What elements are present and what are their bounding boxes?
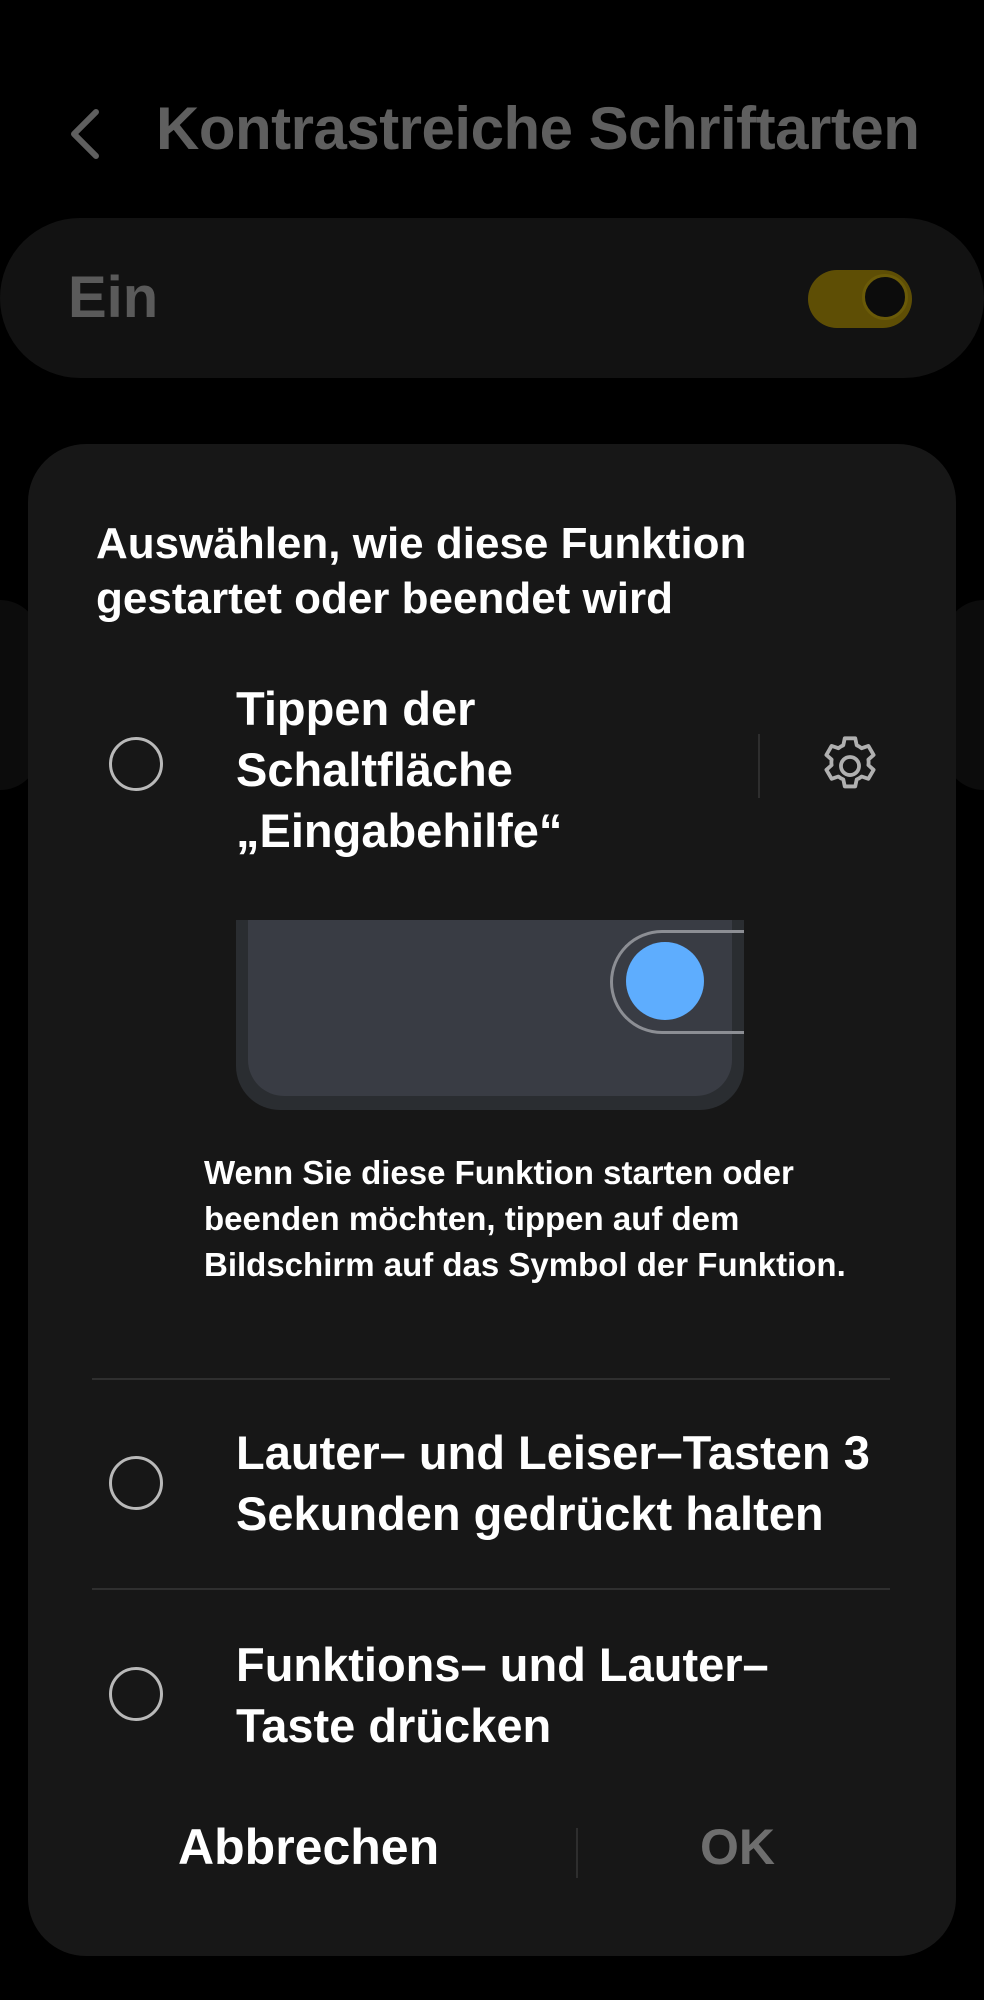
main-switch-label: Ein: [68, 265, 159, 330]
back-button[interactable]: [58, 102, 114, 166]
main-switch-toggle[interactable]: [808, 270, 912, 328]
option-description: Wenn Sie diese Funktion starten oder bee…: [204, 1154, 846, 1283]
radio-volume-keys[interactable]: [109, 1456, 163, 1510]
app-bar: Kontrastreiche Schriftarten: [0, 60, 984, 210]
page-title: Kontrastreiche Schriftarten: [156, 95, 920, 162]
ok-button[interactable]: OK: [700, 1818, 775, 1876]
option-label-accessibility-button[interactable]: Tippen der Schaltfläche „Eingabehilfe“: [236, 678, 736, 861]
radio-accessibility-button[interactable]: [109, 737, 163, 791]
accessibility-button-settings[interactable]: [810, 726, 890, 806]
option-separator: [92, 1588, 890, 1590]
button-divider: [576, 1828, 578, 1878]
chevron-left-icon: [71, 109, 99, 159]
accessibility-dot-icon: [626, 942, 704, 1020]
option-divider: [758, 734, 760, 798]
dialog-title: Auswählen, wie diese Funktion gestartet …: [96, 519, 747, 623]
option-label-function-volume-key[interactable]: Funktions– und Lauter–Taste drücken: [236, 1634, 836, 1756]
screen: Kontrastreiche Schriftarten Ein Auswähle…: [0, 0, 984, 2000]
option-separator: [92, 1378, 890, 1380]
main-switch-row[interactable]: Ein: [0, 218, 984, 378]
option-label-volume-keys[interactable]: Lauter– und Leiser–Tasten 3 Sekunden ged…: [236, 1422, 916, 1544]
switch-knob: [862, 274, 908, 320]
cancel-button[interactable]: Abbrechen: [178, 1818, 439, 1876]
accessibility-button-preview: [236, 920, 744, 1110]
shortcut-dialog: Auswählen, wie diese Funktion gestartet …: [28, 444, 956, 1956]
radio-function-volume-key[interactable]: [109, 1667, 163, 1721]
dialog-buttons: Abbrechen OK: [28, 1794, 956, 1914]
gear-icon: [824, 736, 876, 789]
